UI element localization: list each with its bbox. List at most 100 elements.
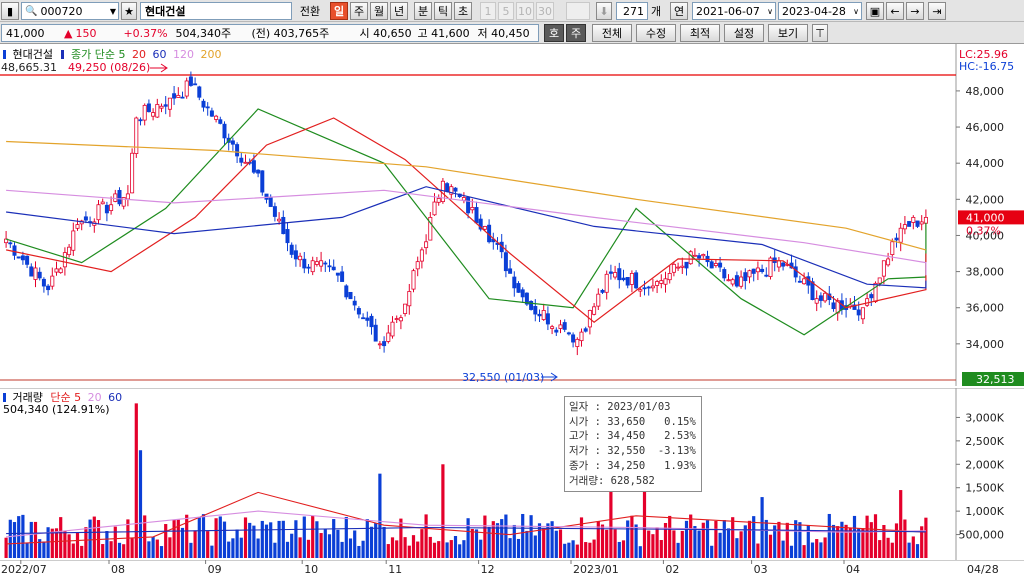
candle-body xyxy=(285,229,290,244)
volume-bar xyxy=(815,539,819,558)
ho-button[interactable]: 호 xyxy=(544,24,564,42)
candle-body xyxy=(902,224,907,230)
volume-bar xyxy=(323,528,327,558)
chart-menu-icon[interactable]: ▮ xyxy=(1,2,19,20)
candle-body xyxy=(659,280,664,284)
arrow-right-icon[interactable]: → xyxy=(906,2,924,20)
candle-body xyxy=(16,256,21,259)
volume-bar xyxy=(500,519,504,558)
volume-bar xyxy=(714,520,718,558)
candle-body xyxy=(621,277,626,281)
period-minute-button[interactable]: 분 xyxy=(414,2,432,20)
volume-bar xyxy=(584,542,588,558)
volume-chart-panel[interactable]: 3,000K 2,500K 2,000K 1,500K 1,000K 500,000 거래… xyxy=(0,387,1024,560)
menu-all-button[interactable]: 전체 xyxy=(592,24,632,42)
quote-volume: 504,340주 xyxy=(175,27,232,40)
pin-icon[interactable]: ⊤ xyxy=(812,24,828,42)
volume-bar xyxy=(189,542,193,558)
volume-chart-svg[interactable]: 3,000K 2,500K 2,000K 1,500K 1,000K 500,000 xyxy=(0,387,1024,560)
price-tick-label: 34,000 xyxy=(966,338,1005,351)
custom-minute-input[interactable] xyxy=(566,2,590,20)
candle-body xyxy=(919,221,924,225)
volume-bar xyxy=(424,514,428,558)
period-second-button[interactable]: 초 xyxy=(454,2,472,20)
candle-body xyxy=(793,266,798,278)
candle-body xyxy=(667,272,672,281)
save-icon[interactable]: ▣ xyxy=(866,2,884,20)
minute-10-button[interactable]: 10 xyxy=(516,2,534,20)
volume-bar xyxy=(571,540,575,558)
chevron-down-icon[interactable]: ▼ xyxy=(110,7,116,16)
candle-body xyxy=(566,332,571,335)
price-tick-label: 48,000 xyxy=(966,85,1005,98)
chevron-down-icon[interactable]: ∨ xyxy=(767,7,773,16)
candle-body xyxy=(109,204,114,211)
candle-body xyxy=(41,278,46,287)
candle-body xyxy=(251,160,256,173)
volume-bar xyxy=(533,535,537,558)
price-tick-label: 46,000 xyxy=(966,121,1005,134)
candle-body xyxy=(776,260,781,268)
chevron-down-icon[interactable]: ∨ xyxy=(853,7,859,16)
year-toggle-button[interactable]: 연 xyxy=(670,2,688,20)
menu-settings-button[interactable]: 설정 xyxy=(724,24,764,42)
switch-button[interactable]: 전환 xyxy=(296,2,324,20)
candle-body xyxy=(235,144,240,157)
menu-view-button[interactable]: 보기 xyxy=(768,24,808,42)
period-week-button[interactable]: 주 xyxy=(350,2,368,20)
price-chart-svg[interactable]: 34,00036,00038,00040,00042,00044,00046,0… xyxy=(0,44,1024,386)
volume-bar xyxy=(155,539,159,558)
legend-ma-60: 60 xyxy=(152,48,167,61)
count-input[interactable]: 271 xyxy=(616,2,648,20)
menu-optimize-button[interactable]: 최적 xyxy=(680,24,720,42)
favorite-star-icon[interactable]: ★ xyxy=(121,2,137,20)
volume-bar xyxy=(693,526,697,558)
minute-1-button[interactable]: 1 xyxy=(480,2,496,20)
minute-5-button[interactable]: 5 xyxy=(498,2,514,20)
candle-body xyxy=(344,285,349,298)
ju-button[interactable]: 주 xyxy=(566,24,586,42)
candle-body xyxy=(445,183,450,192)
period-day-button[interactable]: 일 xyxy=(330,2,348,20)
volume-bar xyxy=(747,520,752,558)
period-tick-button[interactable]: 틱 xyxy=(434,2,452,20)
volume-bar xyxy=(651,534,655,558)
candle-body xyxy=(617,268,622,281)
stock-name-field[interactable]: 현대건설 xyxy=(140,2,292,20)
arrow-down-icon[interactable]: ⬇ xyxy=(596,2,612,20)
volume-bar xyxy=(563,543,567,558)
menu-adjust-button[interactable]: 수정 xyxy=(636,24,676,42)
minute-30-button[interactable]: 30 xyxy=(536,2,554,20)
candle-body xyxy=(545,313,550,325)
volume-bar xyxy=(332,519,336,558)
volume-bar xyxy=(315,521,319,558)
volume-bar xyxy=(311,515,315,558)
code-input[interactable]: 🔍 000720 ▼ xyxy=(21,2,119,20)
candle-body xyxy=(201,100,206,108)
candle-body xyxy=(331,266,336,271)
date-tick-label: 10 xyxy=(304,563,318,576)
volume-bar xyxy=(567,542,571,558)
volume-bar xyxy=(525,530,529,558)
candle-body xyxy=(159,105,164,109)
fast-forward-icon[interactable]: ⇥ xyxy=(928,2,946,20)
volume-tick-label: 1,000K xyxy=(965,505,1004,518)
volume-bar xyxy=(710,545,714,558)
candle-body xyxy=(130,152,135,194)
volume-bar xyxy=(655,527,659,558)
candle-body xyxy=(680,265,685,268)
volume-tick-label: 1,500K xyxy=(965,482,1004,495)
candle-body xyxy=(415,261,420,270)
candle-body xyxy=(356,308,361,315)
period-year-button[interactable]: 년 xyxy=(390,2,408,20)
arrow-left-icon[interactable]: ← xyxy=(886,2,904,20)
price-chart-panel[interactable]: 34,000 36,000 38,000 40,000 42,000 44,000 46,0… xyxy=(0,44,1024,386)
candle-body xyxy=(180,96,185,99)
period-month-button[interactable]: 월 xyxy=(370,2,388,20)
date-to-input[interactable]: 2023-04-28 ∨ xyxy=(778,2,862,20)
candle-body xyxy=(470,207,475,211)
candle-body xyxy=(583,328,588,332)
date-from-input[interactable]: 2021-06-07 ∨ xyxy=(692,2,776,20)
candle-body xyxy=(172,93,177,99)
volume-bar xyxy=(399,518,403,558)
